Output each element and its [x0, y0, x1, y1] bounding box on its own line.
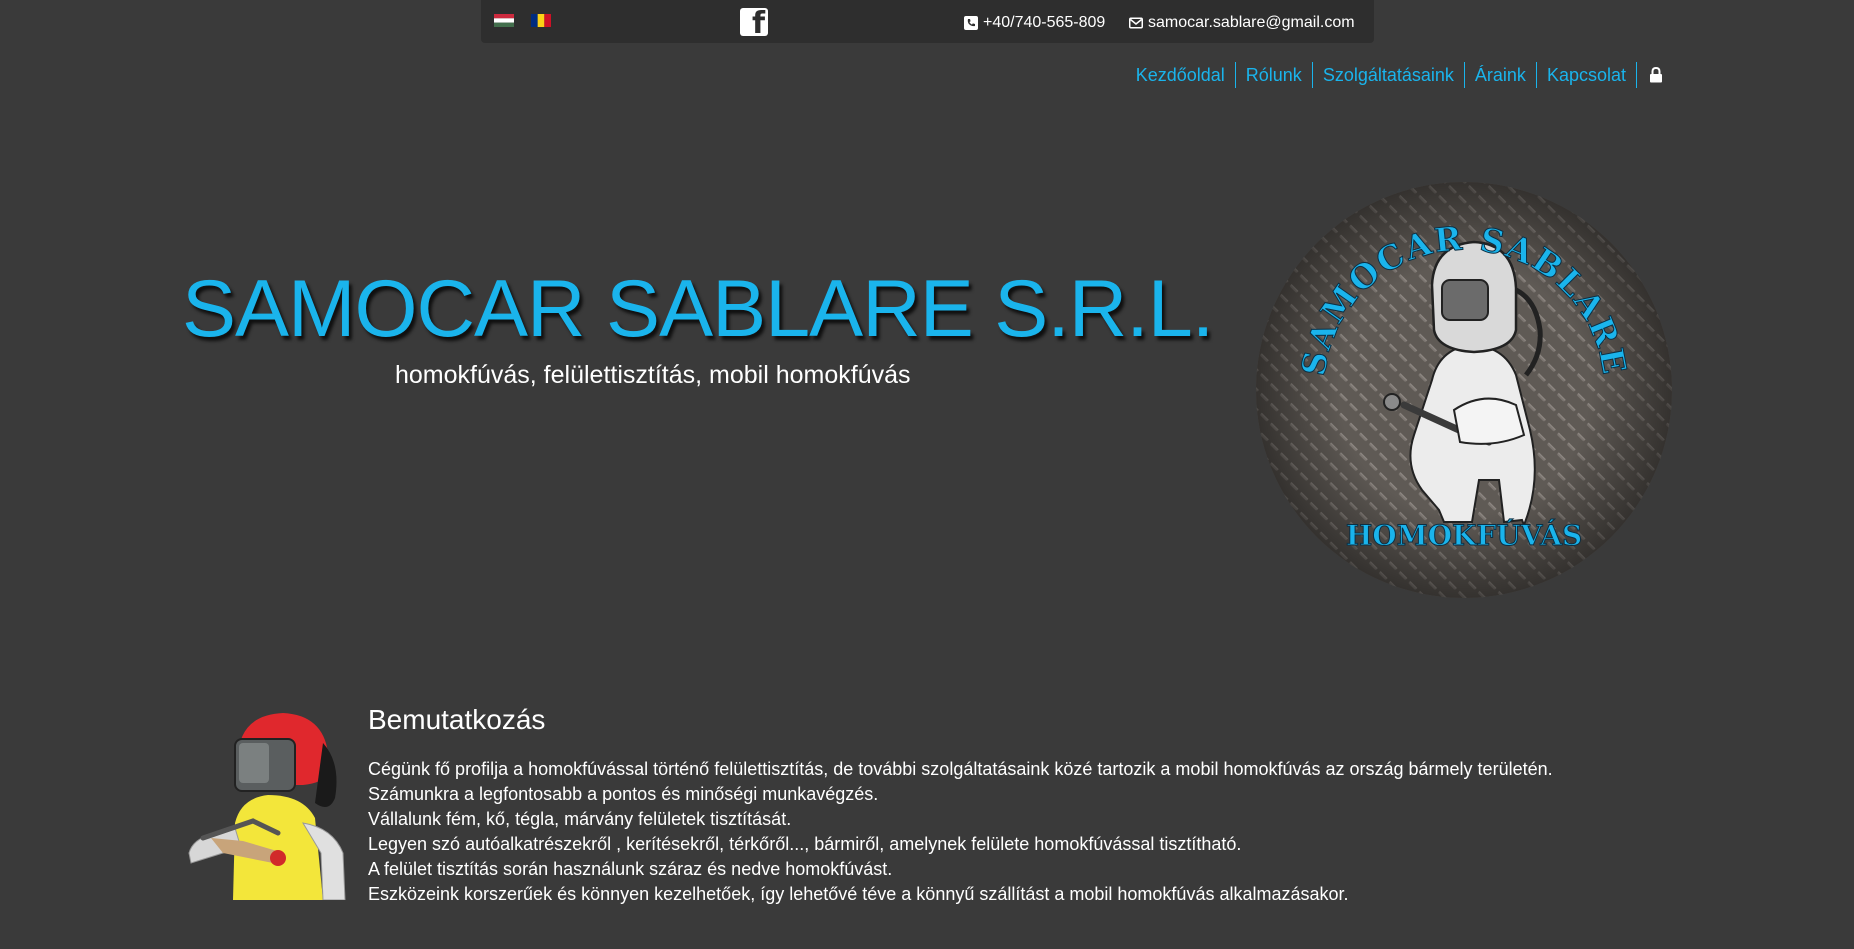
nav-item-prices[interactable]: Áraink	[1463, 62, 1536, 88]
nav-item-about[interactable]: Rólunk	[1234, 62, 1312, 88]
intro-line: Cégünk fő profilja a homokfúvással törté…	[368, 759, 1553, 779]
company-tagline: homokfúvás, felülettisztítás, mobil homo…	[395, 361, 911, 389]
email-contact[interactable]: samocar.sablare@gmail.com	[1129, 13, 1355, 33]
nav-item-contact[interactable]: Kapcsolat	[1535, 62, 1636, 88]
main-nav: Kezdőoldal Rólunk Szolgáltatásaink Árain…	[1126, 62, 1663, 88]
nav-item-home[interactable]: Kezdőoldal	[1126, 62, 1235, 88]
sandblasting-worker-image	[188, 713, 346, 900]
intro-paragraph: Cégünk fő profilja a homokfúvással törté…	[368, 757, 1553, 907]
lock-icon[interactable]	[1636, 62, 1663, 88]
top-bar: f +40/740-565-809 samocar.sablare@gmail.…	[481, 0, 1374, 43]
phone-number: +40/740-565-809	[983, 14, 1106, 31]
intro-line: Eszközeink korszerűek és könnyen kezelhe…	[368, 884, 1349, 904]
intro-line: Legyen szó autóalkatrészekről , kerítése…	[368, 834, 1242, 854]
intro-line: Vállalunk fém, kő, tégla, márvány felüle…	[368, 809, 792, 829]
company-name: SAMOCAR SABLARE S.R.L.	[182, 264, 1214, 354]
romanian-flag-icon[interactable]	[531, 14, 551, 27]
company-logo: SAMOCAR SABLARE HOMOKFÚVÁS	[1256, 182, 1672, 598]
facebook-icon[interactable]: f	[740, 8, 768, 39]
hungarian-flag-icon[interactable]	[494, 14, 514, 27]
envelope-icon	[1129, 17, 1143, 29]
intro-heading: Bemutatkozás	[368, 704, 546, 735]
email-address: samocar.sablare@gmail.com	[1148, 14, 1355, 31]
intro-line: A felület tisztítás során használunk szá…	[368, 859, 893, 879]
nav-item-services[interactable]: Szolgáltatásaink	[1311, 62, 1464, 88]
intro-line: Számunkra a legfontosabb a pontos és min…	[368, 784, 879, 804]
logo-bottom-text: HOMOKFÚVÁS	[1346, 518, 1582, 552]
phone-contact[interactable]: +40/740-565-809	[964, 13, 1105, 33]
phone-icon	[964, 16, 978, 30]
